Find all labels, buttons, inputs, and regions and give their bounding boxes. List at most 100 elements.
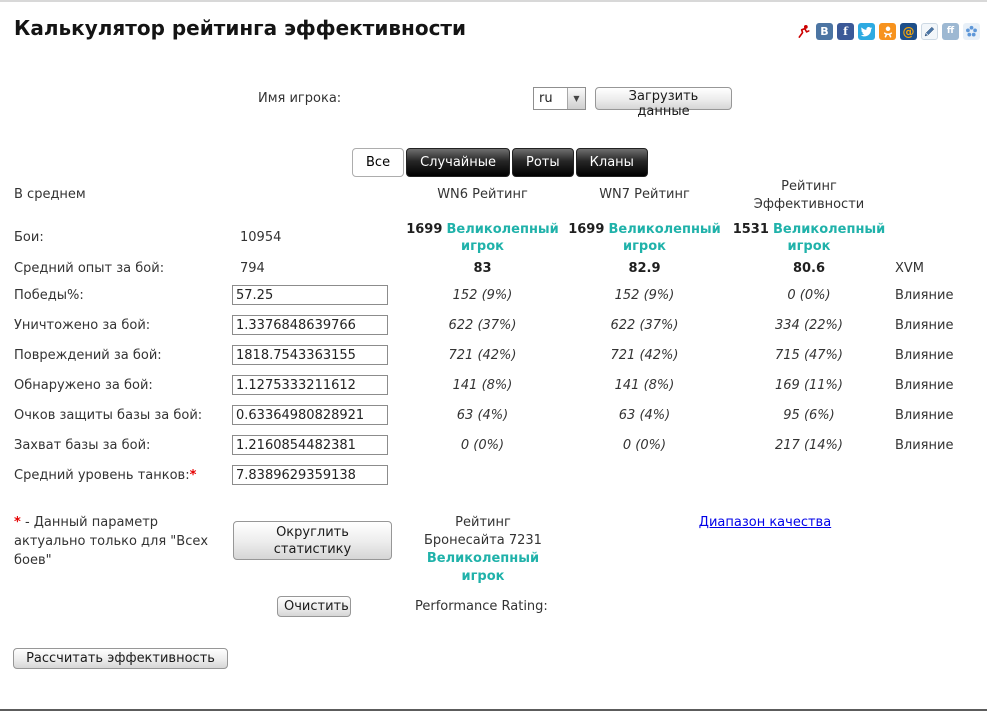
bottom-divider (0, 709, 987, 711)
person-glyph (883, 26, 892, 38)
row-re-value: 334 (22%) (775, 317, 843, 333)
efficiency-grade: Великолепный игрок (773, 222, 886, 254)
influence-label: Влияние (895, 287, 954, 303)
row-re-value: 0 (0%) (787, 287, 831, 303)
table-row-frags: Уничтожено за бой: 622 (37%) 622 (37%) 3… (0, 312, 987, 338)
page-title: Калькулятор рейтинга эффективности (14, 16, 467, 40)
defense-input[interactable] (232, 405, 388, 425)
table-row-spotted: Обнаружено за бой: 141 (8%) 141 (8%) 169… (0, 372, 987, 398)
friendfeed-icon[interactable]: ff (942, 23, 959, 40)
avg-exp-re: 80.6 (792, 260, 826, 276)
calculator-page: Калькулятор рейтинга эффективности В f @… (0, 0, 987, 715)
row-wn6-value: 622 (37%) (448, 317, 517, 333)
avg-exp-value: 794 (240, 260, 265, 276)
wn6-score: 1699 (406, 222, 443, 237)
influence-label: Влияние (895, 347, 954, 363)
quality-range-link[interactable]: Диапазон качества (699, 515, 831, 530)
chevron-down-icon: ▼ (567, 88, 585, 109)
server-select[interactable]: ru ▼ (533, 87, 586, 110)
row-label: Обнаружено за бой: (14, 377, 153, 393)
row-label: Средний уровень танков: (14, 467, 190, 483)
wn7-score: 1699 (568, 222, 605, 237)
bronesite-text: Рейтинг Бронесайта 7231 (424, 515, 542, 548)
top-divider (0, 0, 987, 2)
share-bar: В f @ ff (795, 23, 980, 40)
note-text: - Данный параметр актуально только для "… (14, 515, 209, 568)
table-row-capture: Захват базы за бой: 0 (0%) 0 (0%) 217 (1… (0, 432, 987, 458)
mailru-icon[interactable]: @ (900, 23, 917, 40)
row-re-value: 715 (47%) (775, 347, 843, 363)
odnoklassniki-icon[interactable] (879, 23, 896, 40)
note-asterisk: * (14, 515, 21, 530)
avg-exp-wn6: 83 (473, 260, 492, 276)
facebook-icon[interactable]: f (837, 23, 854, 40)
pencil-glyph (924, 26, 935, 37)
row-re-value: 217 (14%) (775, 437, 843, 453)
row-label: Уничтожено за бой: (14, 317, 151, 333)
avg-exp-label: Средний опыт за бой: (14, 260, 165, 276)
row-wn6-value: 721 (42%) (448, 347, 517, 363)
livejournal-icon[interactable] (921, 23, 938, 40)
runner-glyph (798, 24, 810, 38)
table-row-avg-tier: Средний уровень танков: * (0, 462, 987, 488)
influence-label: Влияние (895, 407, 954, 423)
row-wn7-value: 152 (9%) (614, 287, 675, 303)
required-note: * - Данный параметр актуально только для… (14, 513, 232, 570)
row-wn7-value: 141 (8%) (614, 377, 675, 393)
efficiency-rating: 1531 Великолепный игрок (725, 218, 893, 256)
battles-value: 10954 (240, 229, 282, 245)
clear-button[interactable]: Очистить (277, 596, 351, 617)
damage-input[interactable] (232, 345, 388, 365)
table-row-winrate: Победы%: 152 (9%) 152 (9%) 0 (0%) Влияни… (0, 282, 987, 308)
row-wn6-value: 141 (8%) (452, 377, 513, 393)
required-asterisk: * (189, 467, 197, 483)
row-re-value: 169 (11%) (775, 377, 843, 393)
flower-glyph (966, 25, 977, 37)
battles-label: Бои: (14, 229, 44, 245)
bronesite-rating: Рейтинг Бронесайта 7231 Великолепный игр… (417, 514, 549, 586)
capture-input[interactable] (232, 435, 388, 455)
header-wn6: WN6 Рейтинг (437, 186, 528, 202)
vkontakte-icon[interactable]: В (816, 23, 833, 40)
quality-range-wrap: Диапазон качества (640, 515, 890, 530)
winrate-input[interactable] (232, 285, 388, 305)
round-stats-button[interactable]: Округлить статистику (233, 521, 392, 560)
server-select-value: ru (539, 91, 553, 106)
row-wn7-value: 622 (37%) (610, 317, 679, 333)
avg-exp-wn7: 82.9 (628, 260, 661, 276)
influence-label: Влияние (895, 317, 954, 333)
row-wn6-value: 63 (4%) (456, 407, 509, 423)
xvm-label: XVM (895, 260, 925, 276)
wn6-grade: Великолепный игрок (446, 222, 559, 254)
header-efficiency: Рейтинг Эффективности (753, 179, 865, 212)
share-icon[interactable] (963, 23, 980, 40)
header-wn7: WN7 Рейтинг (599, 186, 690, 202)
player-name-input[interactable] (362, 88, 526, 110)
table-row-damage: Повреждений за бой: 721 (42%) 721 (42%) … (0, 342, 987, 368)
wn6-rating: 1699 Великолепный игрок (400, 218, 565, 256)
row-label: Повреждений за бой: (14, 347, 162, 363)
header-average: В среднем (14, 186, 86, 202)
influence-label: Влияние (895, 377, 954, 393)
row-wn6-value: 152 (9%) (452, 287, 513, 303)
spotted-input[interactable] (232, 375, 388, 395)
row-label: Захват базы за бой: (14, 437, 151, 453)
row-wn7-value: 0 (0%) (622, 437, 667, 453)
table-row-defense: Очков защиты базы за бой: 63 (4%) 63 (4%… (0, 402, 987, 428)
liveinternet-icon[interactable] (795, 23, 812, 40)
bronesite-grade: Великолепный игрок (426, 551, 540, 584)
twitter-icon[interactable] (858, 23, 875, 40)
table-header-row: В среднем WN6 Рейтинг WN7 Рейтинг Рейтин… (0, 172, 987, 216)
wn7-grade: Великолепный игрок (608, 222, 721, 254)
row-wn7-value: 721 (42%) (610, 347, 679, 363)
player-name-label: Имя игрока: (258, 91, 342, 106)
table-row-avg-exp: Средний опыт за бой: 794 83 82.9 80.6 XV… (0, 256, 987, 280)
table-row-battles: Бои: 10954 1699 Великолепный игрок 1699 … (0, 218, 987, 256)
row-re-value: 95 (6%) (783, 407, 835, 423)
twitter-bird-glyph (860, 26, 873, 37)
calculate-button[interactable]: Рассчитать эффективность (13, 648, 228, 669)
frags-input[interactable] (232, 315, 388, 335)
avg-tier-input[interactable] (232, 465, 388, 485)
row-wn6-value: 0 (0%) (460, 437, 505, 453)
load-data-button[interactable]: Загрузить данные (595, 87, 732, 119)
